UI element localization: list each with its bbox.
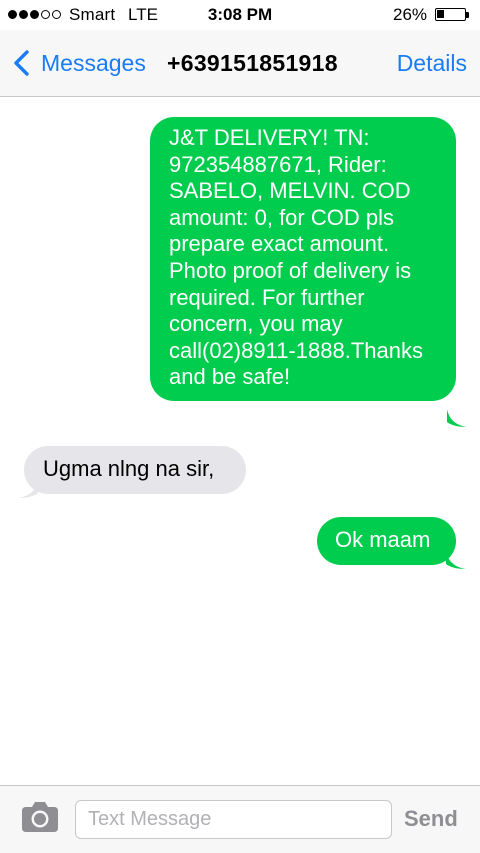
- back-button-label: Messages: [41, 49, 146, 76]
- text-message-input[interactable]: [75, 800, 392, 839]
- outgoing-message-bubble[interactable]: J&T DELIVERY! TN: 972354887671, Rider: S…: [150, 117, 456, 401]
- message-text: Ok maam: [335, 527, 431, 552]
- incoming-message-bubble[interactable]: Ugma nlng na sir,: [24, 446, 246, 494]
- send-button[interactable]: Send: [404, 806, 458, 832]
- bubble-tail: [447, 409, 467, 427]
- bubble-tail: [18, 480, 38, 498]
- status-bar: Smart LTE 3:08 PM 26%: [0, 0, 480, 30]
- conversation-title: +639151851918: [167, 50, 338, 76]
- battery-level-fill: [437, 10, 444, 18]
- message-text: J&T DELIVERY! TN: 972354887671, Rider: S…: [169, 125, 423, 390]
- bubble-tail: [446, 551, 466, 569]
- battery-icon: [435, 8, 466, 21]
- camera-icon[interactable]: [20, 800, 60, 834]
- message-input-bar: Send: [0, 785, 480, 853]
- battery-percentage: 26%: [393, 5, 428, 24]
- details-button[interactable]: Details: [397, 50, 467, 77]
- message-text: Ugma nlng na sir,: [43, 456, 215, 481]
- message-thread[interactable]: J&T DELIVERY! TN: 972354887671, Rider: S…: [0, 97, 480, 785]
- back-button[interactable]: Messages: [10, 46, 146, 80]
- navigation-bar: Messages +639151851918 Details: [0, 30, 480, 97]
- chevron-left-icon: [14, 50, 29, 76]
- outgoing-message-bubble[interactable]: Ok maam: [317, 517, 456, 565]
- battery-tip: [466, 12, 469, 18]
